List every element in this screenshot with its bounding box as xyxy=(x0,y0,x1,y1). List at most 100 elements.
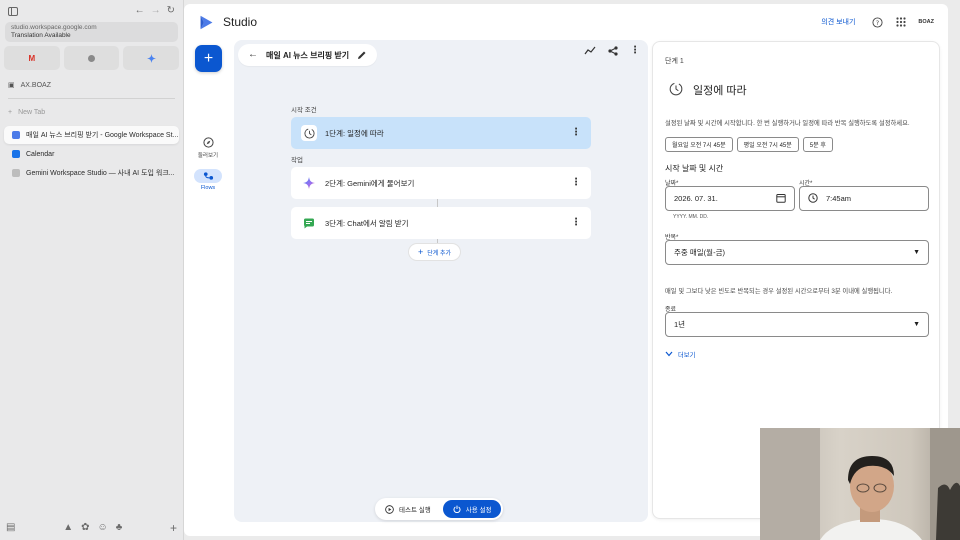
calendar-icon xyxy=(12,150,20,158)
space-icon-4[interactable]: ♣ xyxy=(116,523,123,533)
show-more-button[interactable]: 더보기 xyxy=(665,350,695,359)
canvas-actions: ⋮ xyxy=(584,46,640,56)
tab-studio[interactable]: 매일 AI 뉴스 브리핑 받기 - Google Workspace St... xyxy=(4,126,179,144)
run-controls: 테스트 실행 사용 설정 xyxy=(375,498,504,520)
pinned-tabs: M xyxy=(0,46,183,70)
back-arrow-icon[interactable]: ← xyxy=(135,6,145,16)
step-2-card[interactable]: 2단계: Gemini에게 물어보기 ⋮ xyxy=(291,167,591,199)
dropdown-arrow-icon: ▼ xyxy=(913,321,920,328)
flow-title-bar: ← 매일 AI 뉴스 브리핑 받기 xyxy=(238,44,378,66)
translation-status[interactable]: Translation Available xyxy=(11,32,172,40)
add-step-button[interactable]: + 단계 추가 xyxy=(408,243,462,261)
step-3-card[interactable]: 3단계: Chat에서 알림 받기 ⋮ xyxy=(291,207,591,239)
cake-icon: ▣ xyxy=(8,82,15,89)
create-button[interactable]: + xyxy=(195,45,222,72)
share-icon[interactable] xyxy=(608,46,618,56)
space-icon-1[interactable]: ▲ xyxy=(63,523,73,533)
flows-icon xyxy=(194,169,222,183)
flow-canvas: ← 매일 AI 뉴스 브리핑 받기 ⋮ 시작 조건 1단계: 일정에 따라 ⋮ … xyxy=(234,40,648,522)
tab-calendar[interactable]: Calendar xyxy=(4,145,179,163)
flow-title[interactable]: 매일 AI 뉴스 브리핑 받기 xyxy=(266,50,349,61)
schedule-presets: 월요일 오전 7시 45분 평일 오전 7시 45분 5분 후 xyxy=(665,137,833,152)
preset-chip[interactable]: 평일 오전 7시 45분 xyxy=(736,137,799,152)
step-menu-icon[interactable]: ⋮ xyxy=(571,218,581,228)
repeat-select[interactable]: 주중 매일(월-금) ▼ xyxy=(665,240,929,265)
step-menu-icon[interactable]: ⋮ xyxy=(571,178,581,188)
repeat-value: 주중 매일(월-금) xyxy=(674,248,725,257)
back-arrow-icon[interactable]: ← xyxy=(248,50,258,60)
webcam-person-image xyxy=(760,428,960,540)
space-icon-2[interactable]: ✿ xyxy=(81,523,89,533)
feedback-link[interactable]: 의견 보내기 xyxy=(821,17,855,27)
activity-chart-icon[interactable] xyxy=(584,46,596,56)
panel-step-label: 단계 1 xyxy=(665,58,684,65)
compass-icon xyxy=(194,135,222,149)
pinned-site[interactable] xyxy=(63,46,120,70)
pinned-gmail[interactable]: M xyxy=(4,46,60,70)
reload-icon[interactable]: ↻ xyxy=(167,6,175,16)
date-format-hint: YYYY. MM. DD. xyxy=(673,214,709,220)
plus-icon: + xyxy=(8,108,13,116)
calendar-icon[interactable] xyxy=(776,193,786,205)
end-value: 1년 xyxy=(674,320,686,329)
time-value: 7:45am xyxy=(826,194,852,203)
rail-item-explore[interactable]: 둘러보기 xyxy=(188,135,228,159)
plus-icon: + xyxy=(418,247,424,257)
pinned-gemini[interactable] xyxy=(123,46,180,70)
app-title: Studio xyxy=(223,15,258,29)
step-3-label: 3단계: Chat에서 알림 받기 xyxy=(325,218,409,228)
browser-sidebar: ← → ↻ studio.workspace.google.com Transl… xyxy=(0,0,184,540)
studio-icon xyxy=(12,131,20,139)
rail-item-flows[interactable]: Flows xyxy=(188,169,228,191)
url-text: studio.workspace.google.com xyxy=(11,24,97,31)
space-label[interactable]: ▣ AX.BOAZ xyxy=(0,78,183,92)
sidebar-footer: ▤ ▲ ✿ ☺ ♣ + xyxy=(6,522,177,534)
gemini-icon xyxy=(146,53,156,63)
end-select[interactable]: 1년 ▼ xyxy=(665,312,929,337)
step-1-card[interactable]: 1단계: 일정에 따라 ⋮ xyxy=(291,117,591,149)
space-icon-3[interactable]: ☺ xyxy=(97,523,107,533)
doc-icon xyxy=(12,169,20,177)
enable-button[interactable]: 사용 설정 xyxy=(442,500,502,518)
studio-logo-icon xyxy=(200,15,213,29)
play-circle-icon xyxy=(385,504,394,514)
dropdown-arrow-icon: ▼ xyxy=(913,249,920,256)
step-1-label: 1단계: 일정에 따라 xyxy=(325,128,384,138)
help-icon[interactable]: ? xyxy=(870,15,884,29)
more-vert-icon[interactable]: ⋮ xyxy=(630,46,640,56)
chat-icon xyxy=(301,215,317,231)
clock-icon xyxy=(301,125,317,141)
gmail-icon: M xyxy=(28,53,36,63)
panel-description: 설정된 날짜 및 시간에 시작합니다. 한 번 실행하거나 일정에 따라 반복 … xyxy=(665,120,910,127)
browser-toolbar: ← → ↻ xyxy=(0,0,183,22)
preset-chip[interactable]: 월요일 오전 7시 45분 xyxy=(665,137,733,152)
gemini-icon xyxy=(301,175,317,191)
time-field[interactable]: 7:45am xyxy=(799,186,929,211)
date-value: 2026. 07. 31. xyxy=(674,194,718,203)
app-header: Studio 의견 보내기 ? BOAZ xyxy=(184,4,948,40)
apps-grid-icon[interactable] xyxy=(894,15,908,29)
webcam-overlay xyxy=(760,428,960,540)
new-tab-button[interactable]: + New Tab xyxy=(0,105,183,119)
sidebar-toggle-icon[interactable] xyxy=(8,6,18,16)
panel-title: 일정에 따라 xyxy=(693,85,747,97)
date-field[interactable]: 2026. 07. 31. xyxy=(665,186,795,211)
tab-doc[interactable]: Gemini Workspace Studio — 사내 AI 도입 워크... xyxy=(4,164,179,182)
step-connector xyxy=(437,199,438,207)
step-menu-icon[interactable]: ⋮ xyxy=(571,128,581,138)
svg-text:?: ? xyxy=(876,18,879,26)
edit-pencil-icon[interactable] xyxy=(357,50,367,60)
chevron-down-icon xyxy=(665,351,673,359)
panel-header: 일정에 따라 xyxy=(669,82,747,98)
forward-arrow-icon[interactable]: → xyxy=(151,6,161,16)
add-space-icon[interactable]: + xyxy=(170,522,177,534)
circle-icon xyxy=(88,54,95,62)
url-bar[interactable]: studio.workspace.google.com Translation … xyxy=(5,22,178,42)
test-run-button[interactable]: 테스트 실행 xyxy=(377,500,439,518)
preset-chip[interactable]: 5분 후 xyxy=(802,137,833,152)
repeat-note: 매일 및 그보다 낮은 빈도로 반복되는 경우 설정된 시간으로부터 3분 이내… xyxy=(665,288,893,295)
archive-icon[interactable]: ▤ xyxy=(6,523,15,533)
plus-icon: + xyxy=(203,49,214,67)
power-icon xyxy=(453,505,461,513)
account-avatar[interactable]: BOAZ xyxy=(918,19,934,25)
